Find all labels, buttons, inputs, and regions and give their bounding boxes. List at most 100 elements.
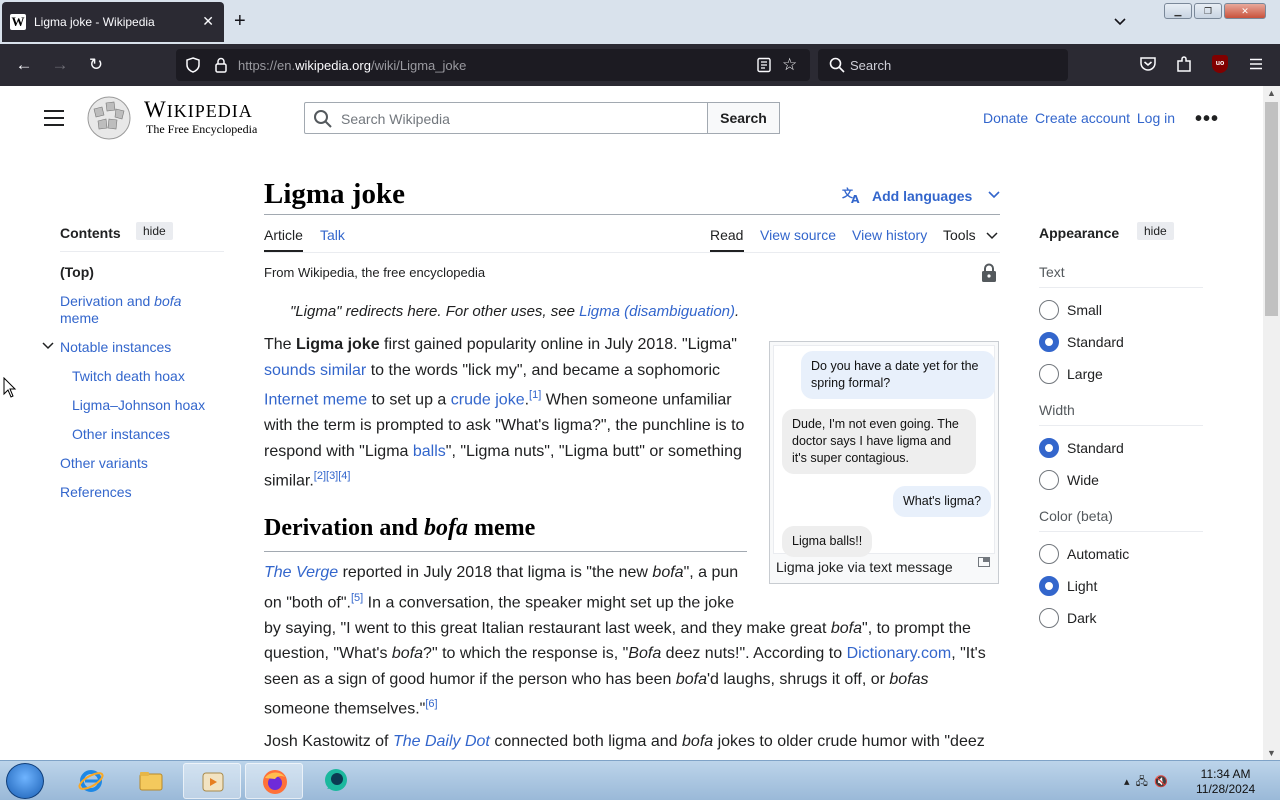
- toc-divider: [60, 251, 224, 252]
- pocket-icon[interactable]: [1139, 55, 1157, 73]
- folder-icon: [139, 772, 163, 791]
- minimize-icon[interactable]: ▁: [1164, 3, 1192, 19]
- wikipedia-globe-logo[interactable]: [84, 95, 134, 141]
- back-icon[interactable]: ←: [14, 55, 34, 75]
- color-light-radio[interactable]: [1039, 576, 1059, 596]
- toc-hide-button[interactable]: hide: [136, 222, 173, 240]
- color-dark-radio[interactable]: [1039, 608, 1059, 628]
- tabs-divider: [264, 252, 1000, 253]
- tools-chevron-icon[interactable]: [986, 231, 998, 241]
- scroll-down-icon[interactable]: ▼: [1267, 748, 1276, 758]
- text-small-radio[interactable]: [1039, 300, 1059, 320]
- color-automatic-radio[interactable]: [1039, 544, 1059, 564]
- text-message-image[interactable]: Do you have a date yet for the spring fo…: [773, 345, 995, 557]
- citation-1[interactable]: [1]: [529, 389, 541, 401]
- ublock-origin-icon[interactable]: uo: [1212, 55, 1228, 73]
- taskbar-file-explorer[interactable]: [122, 763, 180, 799]
- create-account-link[interactable]: Create account: [1035, 110, 1130, 126]
- toc-item-notable-instances[interactable]: Notable instances: [60, 339, 171, 356]
- wikipedia-search-button[interactable]: Search: [707, 102, 780, 134]
- toc-item-ligma-johnson-hoax[interactable]: Ligma–Johnson hoax: [72, 397, 205, 414]
- restore-icon[interactable]: ❐: [1194, 3, 1222, 19]
- text-standard-label[interactable]: Standard: [1067, 334, 1124, 350]
- list-all-tabs-chevron-icon[interactable]: [1112, 13, 1128, 29]
- toc-item-other-instances[interactable]: Other instances: [72, 426, 170, 443]
- scroll-up-icon[interactable]: ▲: [1267, 88, 1276, 98]
- main-menu-icon[interactable]: [44, 110, 64, 126]
- close-window-icon[interactable]: ✕: [1224, 3, 1266, 19]
- citation-2-3-4[interactable]: [2][3][4]: [314, 470, 351, 482]
- toc-item-references[interactable]: References: [60, 484, 132, 501]
- donate-link[interactable]: Donate: [983, 110, 1028, 126]
- width-standard-label[interactable]: Standard: [1067, 440, 1124, 456]
- text-large-radio[interactable]: [1039, 364, 1059, 384]
- close-tab-icon[interactable]: ✕: [202, 13, 214, 30]
- scrollbar-thumb[interactable]: [1265, 102, 1278, 316]
- daily-dot-link[interactable]: The Daily Dot: [393, 733, 490, 750]
- taskbar-firefox[interactable]: [245, 763, 303, 799]
- appearance-hide-button[interactable]: hide: [1137, 222, 1174, 240]
- sounds-similar-link[interactable]: sounds similar: [264, 362, 366, 379]
- disambiguation-link[interactable]: Ligma (disambiguation): [579, 303, 735, 320]
- reader-view-icon[interactable]: [756, 57, 772, 73]
- lock-page-protection-icon[interactable]: [980, 263, 998, 283]
- color-automatic-label[interactable]: Automatic: [1067, 546, 1129, 562]
- citation-6[interactable]: [6]: [425, 698, 437, 710]
- tab-tools[interactable]: Tools: [943, 227, 976, 243]
- toc-item-derivation[interactable]: Derivation and bofa meme: [60, 293, 210, 327]
- window-controls: ▁ ❐ ✕: [1164, 3, 1266, 19]
- width-standard-radio[interactable]: [1039, 438, 1059, 458]
- browser-search-box[interactable]: Search: [818, 49, 1068, 81]
- url-text[interactable]: https://en.wikipedia.org/wiki/Ligma_joke: [238, 58, 466, 73]
- crude-joke-link[interactable]: crude joke: [451, 392, 525, 409]
- toc-item-twitch-death-hoax[interactable]: Twitch death hoax: [72, 368, 185, 385]
- navigation-toolbar: ← → ↻ https://en.wikipedia.org/wiki/Ligm…: [0, 44, 1280, 86]
- wikipedia-search-input[interactable]: Search Wikipedia: [304, 102, 708, 134]
- tab-view-source[interactable]: View source: [760, 227, 836, 243]
- extensions-puzzle-icon[interactable]: [1175, 55, 1193, 73]
- browser-search-placeholder: Search: [850, 58, 892, 73]
- bookmark-star-icon[interactable]: ☆: [782, 55, 797, 75]
- tab-read[interactable]: Read: [710, 227, 743, 243]
- tab-view-history[interactable]: View history: [852, 227, 927, 243]
- toc-collapse-chevron-icon[interactable]: [42, 341, 54, 351]
- the-verge-link[interactable]: The Verge: [264, 564, 338, 581]
- browser-tab[interactable]: W Ligma joke - Wikipedia ✕: [2, 2, 224, 42]
- new-tab-icon[interactable]: +: [234, 10, 246, 33]
- reload-icon[interactable]: ↻: [86, 55, 106, 75]
- taskbar-internet-explorer[interactable]: [62, 763, 120, 799]
- start-button-icon[interactable]: [6, 763, 44, 799]
- color-light-label[interactable]: Light: [1067, 578, 1097, 594]
- wikipedia-wordmark[interactable]: WIKIPEDIA: [144, 97, 253, 123]
- taskbar-media-player[interactable]: [183, 763, 241, 799]
- text-large-label[interactable]: Large: [1067, 366, 1103, 382]
- text-standard-radio[interactable]: [1039, 332, 1059, 352]
- width-divider: [1039, 425, 1203, 426]
- log-in-link[interactable]: Log in: [1137, 110, 1175, 126]
- app-menu-icon[interactable]: [1248, 56, 1264, 72]
- internet-meme-link[interactable]: Internet meme: [264, 392, 367, 409]
- text-small-label[interactable]: Small: [1067, 302, 1102, 318]
- search-icon: [314, 110, 332, 128]
- forward-icon[interactable]: →: [50, 55, 70, 75]
- add-languages-button[interactable]: 文A Add languages: [842, 186, 1002, 206]
- citation-5[interactable]: [5]: [351, 592, 363, 604]
- toc-item-top[interactable]: (Top): [60, 264, 94, 281]
- toc-item-other-variants[interactable]: Other variants: [60, 455, 148, 472]
- dictionary-com-link[interactable]: Dictionary.com: [847, 645, 952, 662]
- address-bar[interactable]: https://en.wikipedia.org/wiki/Ligma_joke…: [176, 49, 810, 81]
- taskbar-clock[interactable]: 11:34 AM 11/28/2024: [1196, 767, 1255, 797]
- taskbar-chat-app[interactable]: [307, 763, 365, 799]
- color-dark-label[interactable]: Dark: [1067, 610, 1097, 626]
- width-wide-label[interactable]: Wide: [1067, 472, 1099, 488]
- tab-talk[interactable]: Talk: [320, 227, 345, 243]
- more-options-icon[interactable]: •••: [1195, 108, 1219, 131]
- tracking-protection-shield-icon[interactable]: [184, 56, 202, 74]
- balls-link[interactable]: balls: [413, 443, 446, 460]
- lock-icon[interactable]: [212, 56, 230, 74]
- system-tray[interactable]: ▴ 🖧 🔇: [1124, 773, 1168, 792]
- width-wide-radio[interactable]: [1039, 470, 1059, 490]
- chevron-down-icon: [988, 191, 1000, 199]
- page-scrollbar[interactable]: ▲ ▼: [1263, 86, 1280, 760]
- tab-article[interactable]: Article: [264, 227, 303, 243]
